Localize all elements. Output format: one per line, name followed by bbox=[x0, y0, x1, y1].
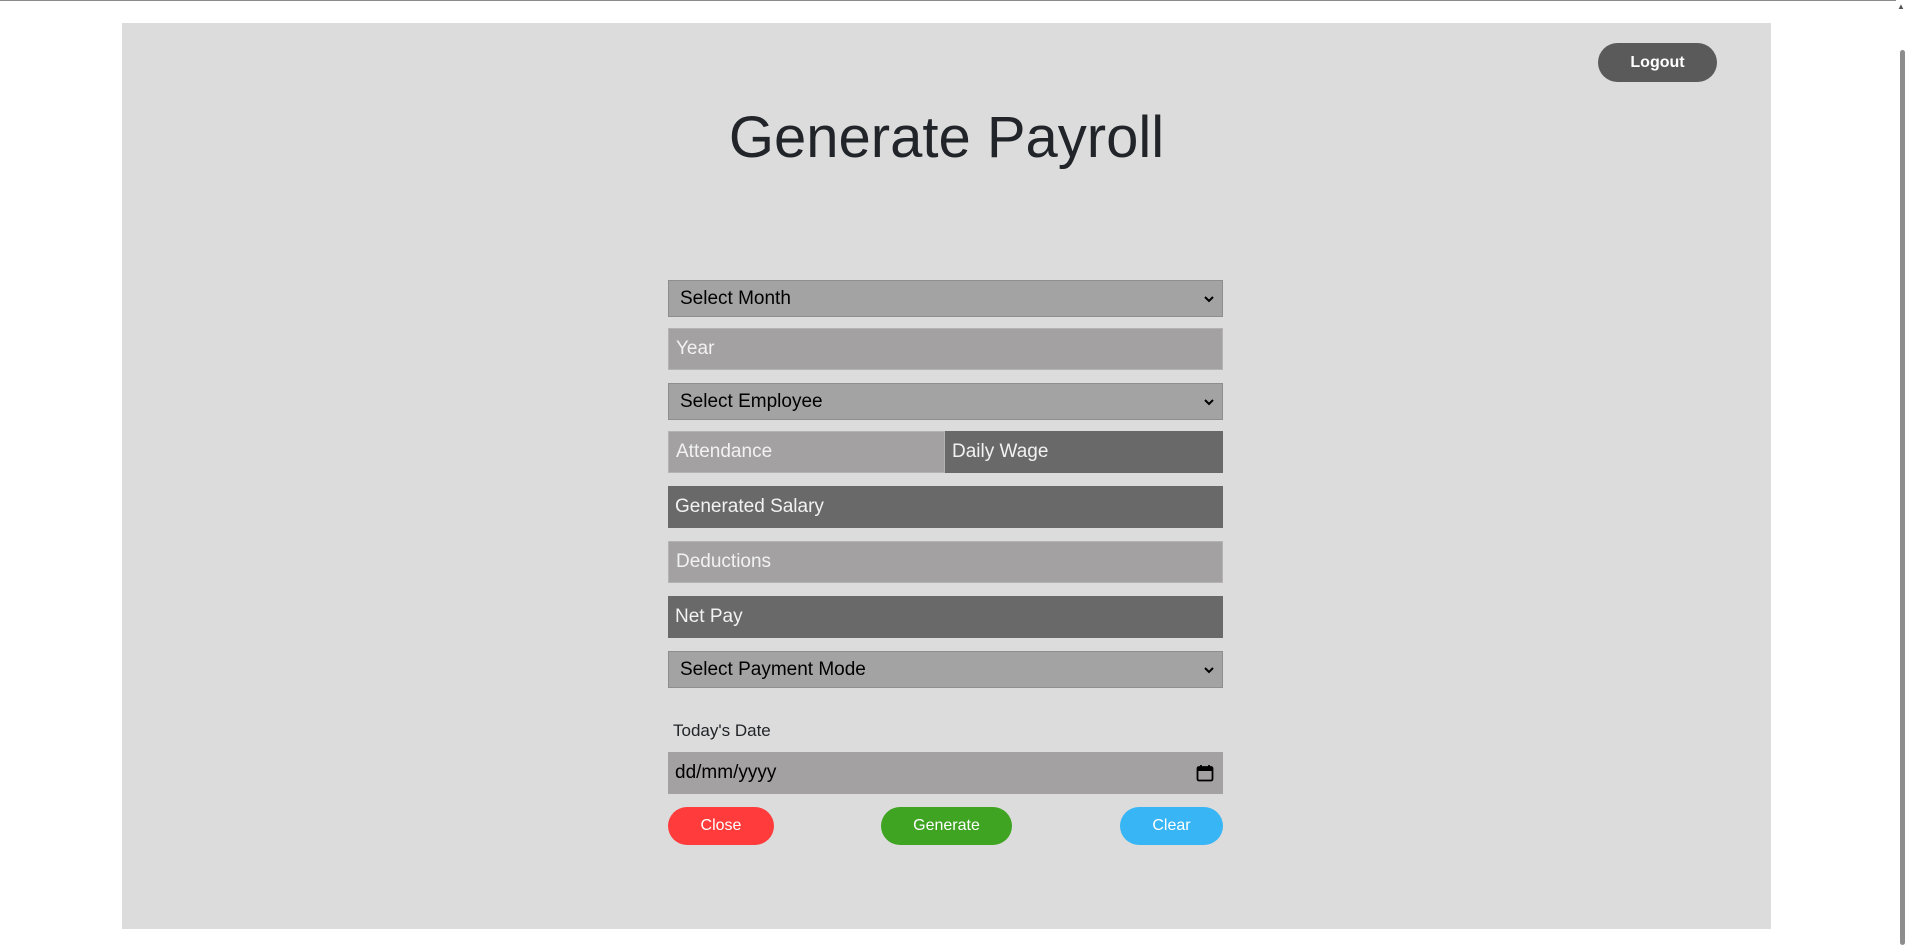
chevron-down-icon bbox=[1204, 398, 1214, 405]
date-label: Today's Date bbox=[673, 721, 771, 740]
generated-salary-input-placeholder: Generated Salary bbox=[675, 496, 824, 517]
employee-select-value: Select Employee bbox=[680, 390, 823, 412]
scrollbar-thumb[interactable] bbox=[1900, 50, 1905, 945]
deductions-input-placeholder: Deductions bbox=[676, 551, 772, 572]
month-select-value: Select Month bbox=[680, 287, 791, 309]
month-select[interactable]: Select Month bbox=[668, 280, 1223, 317]
year-input-placeholder: Year bbox=[676, 338, 715, 359]
page-title: Generate Payroll bbox=[728, 105, 1165, 170]
payment-mode-select-value: Select Payment Mode bbox=[680, 658, 866, 680]
calendar-icon[interactable] bbox=[1196, 764, 1214, 782]
attendance-input-placeholder: Attendance bbox=[676, 441, 773, 462]
deductions-input[interactable]: Deductions bbox=[668, 541, 1223, 583]
date-input[interactable]: dd/mm/yyyy bbox=[668, 752, 1223, 794]
net-pay-input-placeholder: Net Pay bbox=[675, 606, 743, 627]
payroll-panel: Logout Generate Payroll Select Month Yea… bbox=[122, 23, 1771, 929]
date-input-value: dd/mm/yyyy bbox=[675, 762, 777, 783]
vertical-scrollbar[interactable]: ▲ bbox=[1896, 0, 1906, 950]
employee-select[interactable]: Select Employee bbox=[668, 383, 1223, 420]
daily-wage-input-placeholder: Daily Wage bbox=[952, 441, 1049, 462]
net-pay-input[interactable]: Net Pay bbox=[668, 596, 1223, 638]
scroll-up-icon[interactable]: ▲ bbox=[1896, 2, 1906, 12]
generated-salary-input[interactable]: Generated Salary bbox=[668, 486, 1223, 528]
chevron-down-icon bbox=[1204, 666, 1214, 673]
attendance-input[interactable]: Attendance bbox=[668, 431, 945, 473]
window-top-border bbox=[0, 0, 1896, 1]
year-input[interactable]: Year bbox=[668, 328, 1223, 370]
generate-button[interactable]: Generate bbox=[881, 807, 1012, 845]
payment-mode-select[interactable]: Select Payment Mode bbox=[668, 651, 1223, 688]
close-button[interactable]: Close bbox=[668, 807, 774, 845]
logout-button[interactable]: Logout bbox=[1598, 43, 1717, 82]
daily-wage-input[interactable]: Daily Wage bbox=[945, 431, 1223, 473]
clear-button[interactable]: Clear bbox=[1120, 807, 1223, 845]
chevron-down-icon bbox=[1204, 295, 1214, 302]
form-actions: Close Generate Clear bbox=[668, 807, 1223, 845]
